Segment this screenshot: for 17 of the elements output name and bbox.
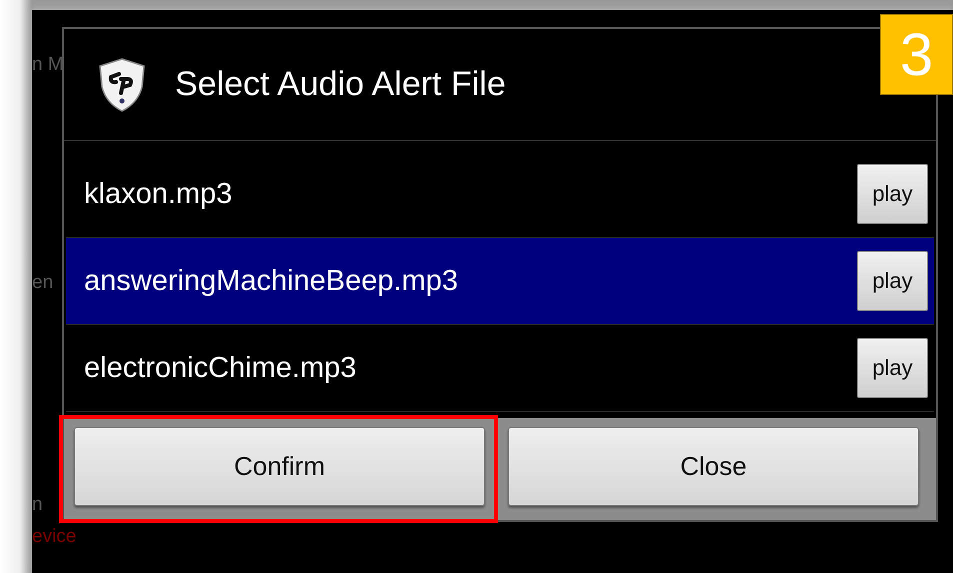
- file-list-item[interactable]: answeringMachineBeep.mp3 play: [66, 238, 934, 325]
- background-label: evice: [32, 526, 76, 548]
- file-name: electronicChime.mp3: [84, 352, 356, 384]
- file-name: answeringMachineBeep.mp3: [84, 264, 458, 298]
- background-label: en: [32, 272, 54, 294]
- dialog-button[interactable]: Close: [508, 427, 919, 506]
- play-button[interactable]: play: [857, 338, 928, 398]
- shield-logo-icon: [97, 56, 147, 112]
- play-button[interactable]: play: [857, 251, 928, 311]
- dialog-button[interactable]: Confirm: [74, 427, 485, 506]
- dialog-title: Select Audio Alert File: [175, 65, 506, 104]
- file-name: klaxon.mp3: [84, 178, 232, 210]
- background-label: n: [32, 494, 43, 516]
- background-label: n M: [32, 54, 64, 76]
- step-badge: 3: [880, 14, 953, 95]
- file-list-item[interactable]: electronicChime.mp3 play: [66, 325, 934, 412]
- play-button[interactable]: play: [857, 164, 928, 224]
